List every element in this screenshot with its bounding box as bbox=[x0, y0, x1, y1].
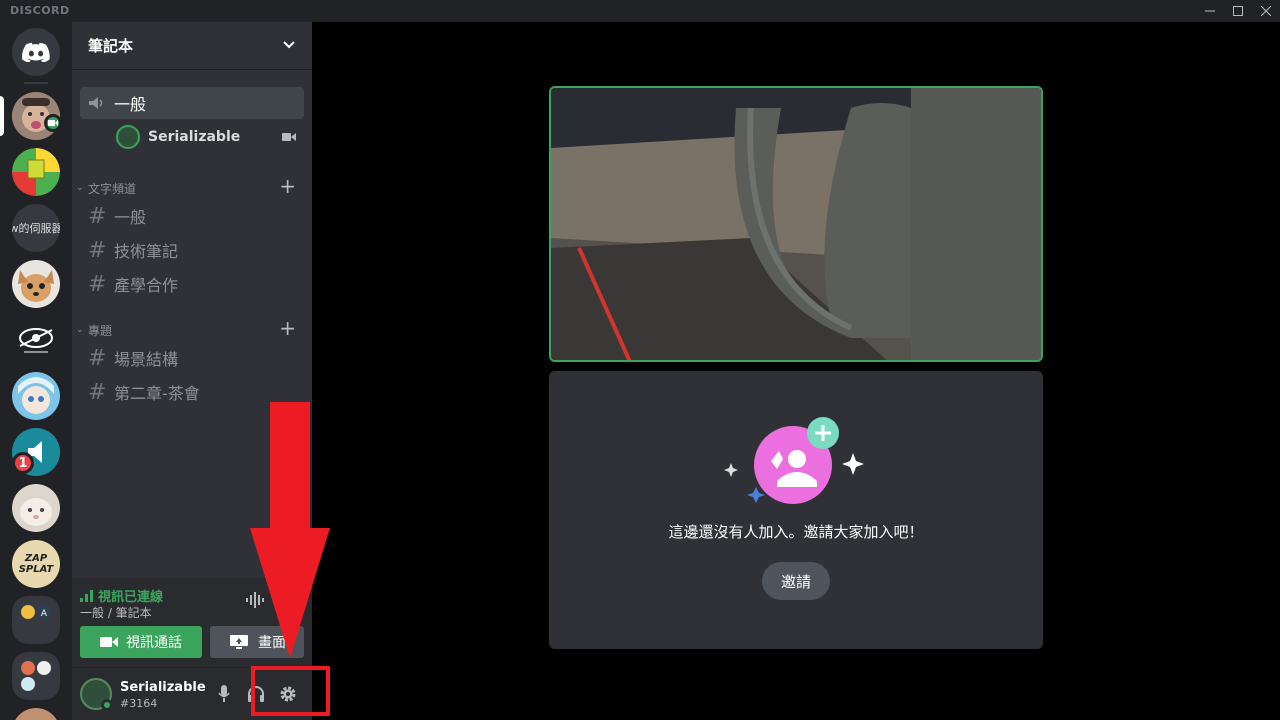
connection-status[interactable]: 視訊已連線 bbox=[80, 586, 163, 605]
channel-label: 第二章-茶會 bbox=[114, 384, 200, 403]
channel-label: 技術筆記 bbox=[114, 242, 179, 261]
category-label: 專題 bbox=[88, 323, 113, 338]
category-text-channels[interactable]: ⌄ 文字頻道 + bbox=[76, 176, 304, 197]
title-bar: DISCORD bbox=[0, 0, 1280, 22]
anime-avatar-icon bbox=[12, 372, 60, 420]
server-text-label: w的伺服器 bbox=[12, 222, 60, 235]
annotation-highlight-box bbox=[251, 666, 330, 716]
signal-icon bbox=[80, 589, 93, 602]
discord-logo-icon bbox=[22, 42, 50, 62]
server-icon-anime[interactable] bbox=[12, 372, 60, 420]
sketch-logo-icon bbox=[19, 328, 53, 353]
guild-name: 筆記本 bbox=[88, 37, 134, 55]
maximize-icon[interactable] bbox=[1224, 0, 1252, 22]
video-feed[interactable] bbox=[549, 86, 1043, 362]
selected-server-pill bbox=[0, 96, 4, 136]
server-icon-text[interactable]: w的伺服器 bbox=[12, 204, 60, 252]
cat-avatar-icon bbox=[12, 484, 60, 532]
annotation-arrow-shaft bbox=[270, 402, 310, 530]
invite-illustration-icon bbox=[724, 417, 864, 504]
add-channel-icon[interactable]: + bbox=[279, 318, 296, 338]
text-channel-scene[interactable]: # 場景結構 bbox=[80, 342, 304, 374]
avatar bbox=[116, 125, 140, 149]
zap-label: ZAP bbox=[24, 553, 48, 564]
invite-button[interactable]: 邀請 bbox=[762, 562, 830, 600]
guild-header[interactable]: 筆記本 bbox=[72, 22, 312, 70]
server-icon-partial[interactable] bbox=[12, 708, 60, 720]
video-call-button[interactable]: 視訊通話 bbox=[80, 626, 202, 658]
chevron-down-icon: ⌄ bbox=[76, 183, 84, 193]
channel-label: 一般 bbox=[114, 208, 147, 227]
home-button[interactable] bbox=[12, 28, 60, 76]
invite-panel: 這邊還沒有人加入。邀請大家加入吧！ 邀請 bbox=[549, 371, 1043, 649]
server-rail: w的伺服器 1 ZAP SPLAT A bbox=[0, 22, 72, 720]
user-tag: #3164 bbox=[120, 697, 158, 710]
server-icon-dog[interactable] bbox=[12, 260, 60, 308]
video-call-label: 視訊通話 bbox=[126, 635, 182, 651]
screen-share-icon bbox=[230, 635, 248, 649]
app-brand: DISCORD bbox=[10, 4, 70, 17]
gradient-server-icon bbox=[12, 148, 60, 196]
add-channel-icon[interactable]: + bbox=[279, 176, 296, 196]
mute-button[interactable] bbox=[212, 682, 236, 706]
hash-icon: # bbox=[88, 237, 107, 263]
discord-window: DISCORD w的伺服器 1 ZAP SPLAT A 筆記本 一般 Seria… bbox=[0, 0, 1280, 720]
server-icon-sketch[interactable] bbox=[12, 316, 60, 364]
rail-separator bbox=[24, 82, 48, 84]
server-icon-zapsplat[interactable]: ZAP SPLAT bbox=[12, 540, 60, 588]
speaker-icon bbox=[89, 97, 103, 109]
online-status-icon bbox=[101, 699, 113, 711]
text-channel-industry[interactable]: # 產學合作 bbox=[80, 268, 304, 300]
category-project[interactable]: ⌄ 專題 + bbox=[76, 318, 304, 339]
server-icon-green[interactable] bbox=[12, 148, 60, 196]
username: Serializable bbox=[120, 680, 206, 695]
svg-text:A: A bbox=[41, 609, 48, 619]
server-icon-cat[interactable] bbox=[12, 484, 60, 532]
minimize-icon[interactable] bbox=[1196, 0, 1224, 22]
folder-servers-icon: A bbox=[21, 605, 51, 619]
channel-label: 產學合作 bbox=[114, 276, 179, 295]
dog-avatar-icon bbox=[12, 260, 60, 308]
splat-label: SPLAT bbox=[18, 564, 54, 575]
category-label: 文字頻道 bbox=[88, 181, 137, 196]
hash-icon: # bbox=[88, 203, 107, 229]
text-channel-general[interactable]: # 一般 bbox=[80, 200, 304, 232]
server-folder-2[interactable] bbox=[12, 652, 60, 700]
close-icon[interactable] bbox=[1252, 0, 1280, 22]
mention-badge: 1 bbox=[12, 452, 34, 474]
empty-call-message: 這邊還沒有人加入。邀請大家加入吧！ bbox=[668, 523, 924, 541]
connection-status-label: 視訊已連線 bbox=[98, 590, 164, 605]
hash-icon: # bbox=[88, 271, 107, 297]
camera-icon bbox=[282, 133, 296, 141]
voice-participant[interactable]: Serializable bbox=[116, 123, 304, 151]
connection-location: 一般 / 筆記本 bbox=[80, 606, 152, 620]
voice-channel-label: 一般 bbox=[114, 95, 147, 114]
hash-icon: # bbox=[88, 345, 107, 371]
video-active-badge bbox=[44, 114, 62, 132]
hash-icon: # bbox=[88, 379, 107, 405]
chevron-down-icon bbox=[283, 41, 295, 49]
voice-channel-general[interactable]: 一般 bbox=[80, 87, 304, 119]
text-channel-tech-notes[interactable]: # 技術筆記 bbox=[80, 234, 304, 266]
chevron-down-icon: ⌄ bbox=[76, 325, 84, 335]
video-stage: 這邊還沒有人加入。邀請大家加入吧！ 邀請 bbox=[312, 22, 1280, 720]
channel-label: 場景結構 bbox=[114, 350, 179, 369]
zapsplat-logo: ZAP SPLAT bbox=[19, 553, 54, 575]
server-folder-1[interactable]: A bbox=[12, 596, 60, 644]
folder-servers-icon-2 bbox=[21, 661, 51, 691]
microphone-icon bbox=[218, 685, 230, 702]
participant-name: Serializable bbox=[148, 129, 241, 145]
camera-icon bbox=[100, 637, 118, 647]
camera-feed-image bbox=[551, 88, 1041, 360]
annotation-arrow-head bbox=[250, 528, 330, 658]
